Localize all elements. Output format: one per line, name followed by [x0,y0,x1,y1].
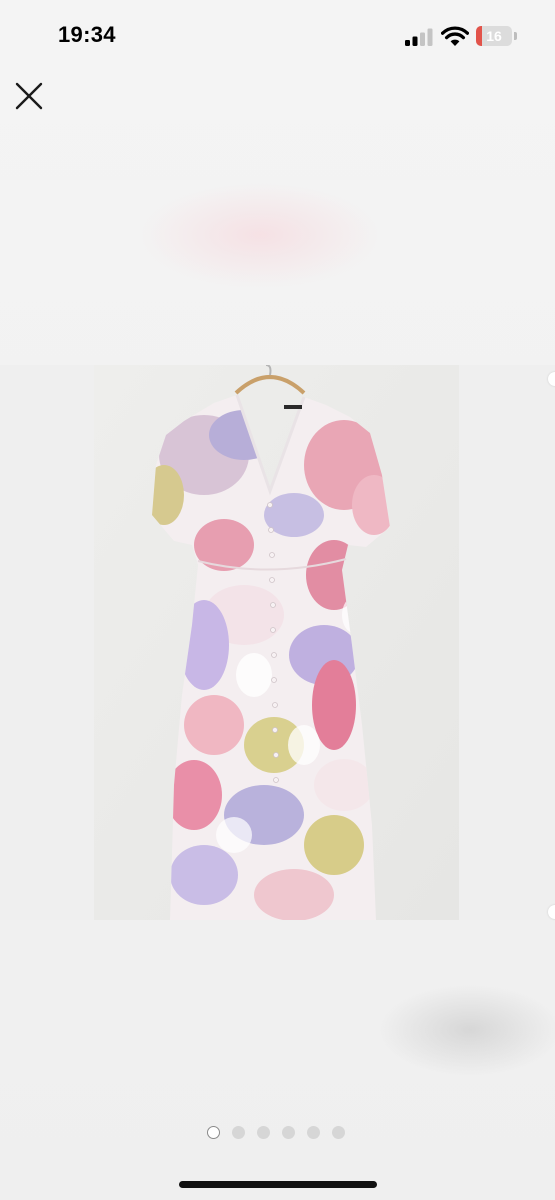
product-photo [94,364,459,920]
carousel-edge-marker-bottom [548,905,555,919]
battery-percent: 16 [486,28,502,44]
page-dot[interactable] [257,1126,270,1139]
dress-illustration [94,364,459,920]
wifi-icon [441,26,469,46]
close-icon [15,82,43,110]
page-dot[interactable] [207,1126,220,1139]
signal-icon [405,28,433,46]
page-dot[interactable] [232,1126,245,1139]
product-image-viewer[interactable] [0,364,555,920]
close-button[interactable] [10,76,48,114]
home-indicator[interactable] [179,1181,377,1188]
page-dot[interactable] [307,1126,320,1139]
battery-cap [514,32,517,40]
status-bar: 19:34 16 [0,0,555,72]
carousel-edge-marker-top [548,372,555,386]
page-dot[interactable] [332,1126,345,1139]
status-time: 19:34 [58,22,116,47]
battery-body: 16 [476,26,512,46]
battery-icon: 16 [476,26,518,46]
page-dot[interactable] [282,1126,295,1139]
